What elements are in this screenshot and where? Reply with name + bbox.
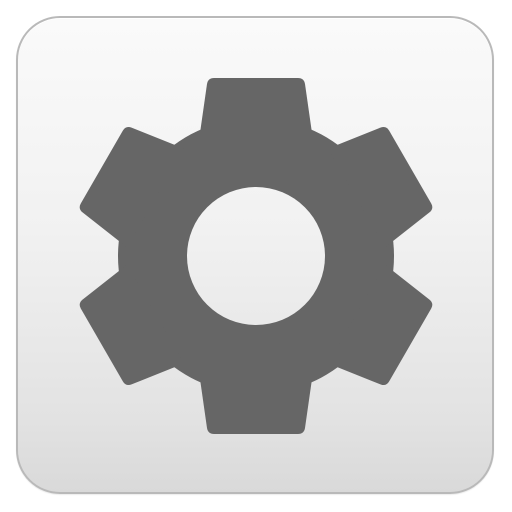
settings-app-icon[interactable] bbox=[0, 0, 512, 512]
app-tile-background[interactable] bbox=[16, 16, 494, 494]
